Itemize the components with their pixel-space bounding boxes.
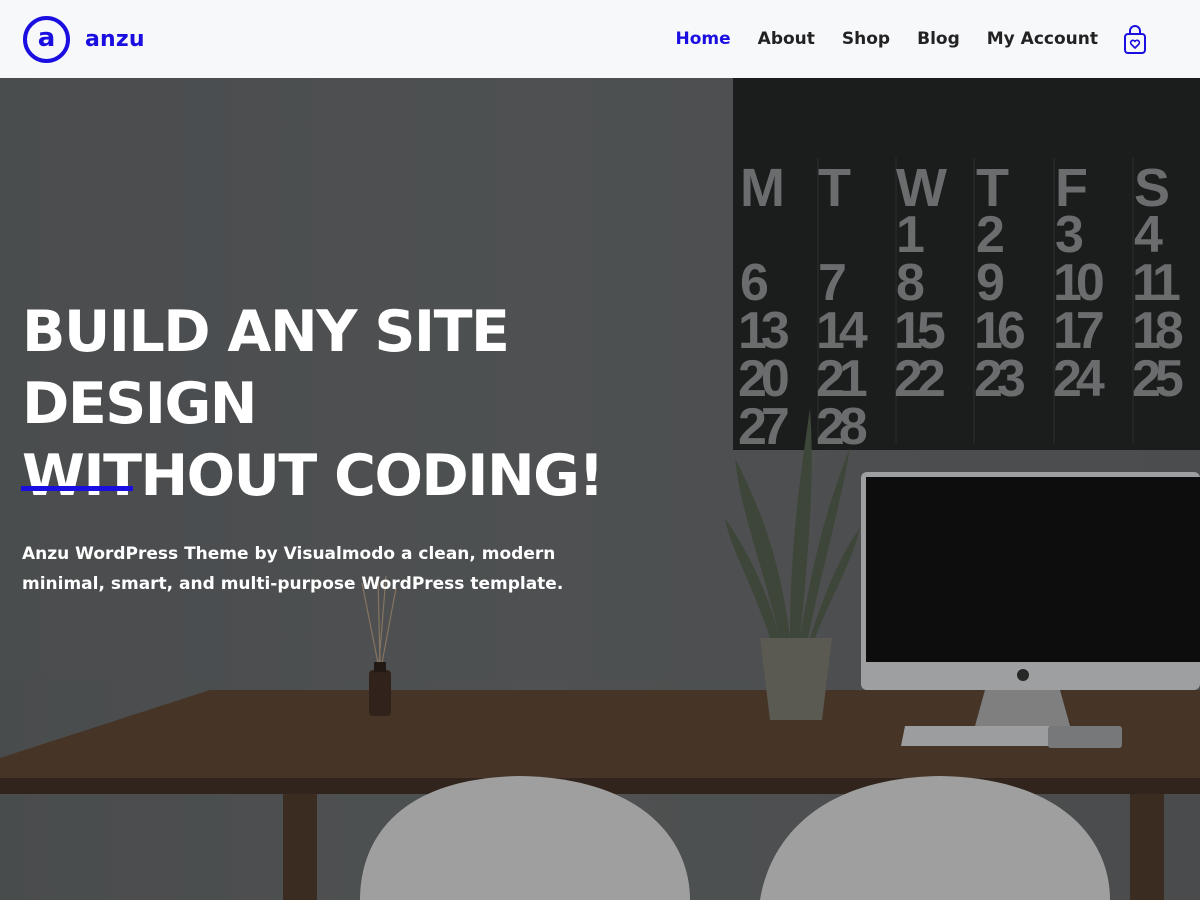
hero-section: M T W T F S 1 2 3 4 6 7 8 9 10 11 13 14 15 16 17 18 20 21 22 23 24… [0, 78, 1200, 900]
main-nav: Home About Shop Blog My Account [649, 29, 1098, 49]
nav-item-shop[interactable]: Shop [842, 29, 890, 49]
logo-text: anzu [85, 27, 145, 52]
logo-mark-icon: a [23, 16, 70, 63]
nav-item-home[interactable]: Home [676, 29, 731, 49]
nav-item-my-account[interactable]: My Account [987, 29, 1098, 49]
accent-divider [21, 486, 133, 491]
hero-headline-line-2: WITHOUT CODING! [22, 443, 604, 509]
hero-description: Anzu WordPress Theme by Visualmodo a cle… [22, 539, 582, 599]
nav-item-about[interactable]: About [758, 29, 815, 49]
site-header: a anzu Home About Shop Blog My Account [0, 0, 1200, 78]
shopping-bag-heart-icon[interactable] [1122, 24, 1148, 56]
hero-description-line-2: minimal, smart, and multi-purpose WordPr… [22, 574, 564, 594]
hero-description-line-1: Anzu WordPress Theme by Visualmodo a cle… [22, 544, 556, 564]
hero-headline-line-1: BUILD ANY SITE DESIGN [22, 299, 510, 437]
logo-link[interactable]: a anzu [23, 16, 145, 63]
hero-headline: BUILD ANY SITE DESIGN WITHOUT CODING! [22, 296, 722, 512]
nav-item-blog[interactable]: Blog [917, 29, 960, 49]
